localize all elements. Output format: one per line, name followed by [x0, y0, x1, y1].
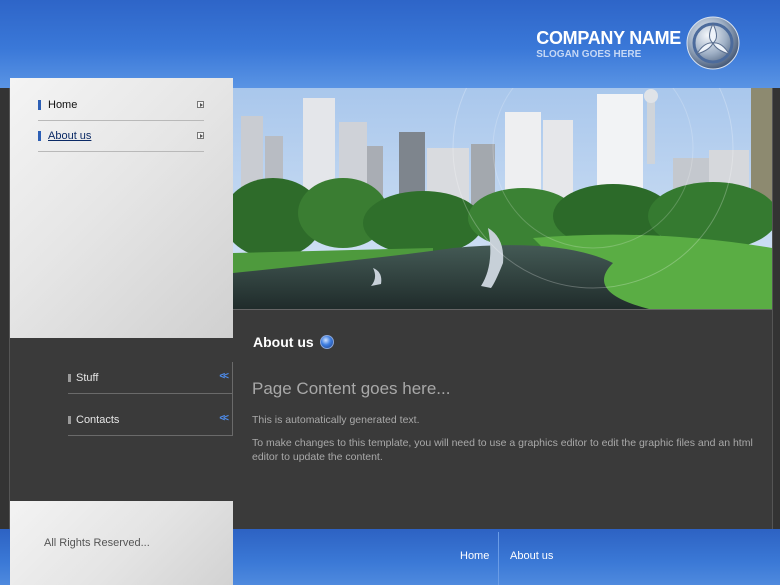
footer-panel: All Rights Reserved...: [10, 501, 233, 585]
slogan: SLOGAN GOES HERE: [536, 49, 642, 60]
arrow-right-icon: [197, 101, 204, 108]
footer-link-about-us[interactable]: About us: [510, 550, 553, 562]
section-title-text: About us: [253, 334, 314, 350]
nav-item-about-us[interactable]: About us: [38, 121, 204, 151]
submenu-item-label: Contacts: [76, 413, 120, 426]
nav-item-label: Home: [48, 99, 78, 111]
company-logo-icon: [686, 16, 740, 70]
bullet-icon: [68, 415, 71, 424]
double-chevron-left-icon: <<: [219, 371, 229, 382]
nav-item-home[interactable]: Home: [38, 90, 204, 120]
bullet-icon: [68, 373, 71, 382]
nav-divider: [38, 151, 204, 152]
submenu-item-contacts[interactable]: Contacts <<: [68, 404, 233, 436]
bullet-icon: [38, 131, 41, 141]
copyright-text: All Rights Reserved...: [44, 537, 150, 549]
section-title: About us: [253, 334, 334, 350]
bullet-icon: [38, 100, 41, 110]
frame-left: [0, 88, 10, 529]
banner-image: [233, 88, 772, 310]
page-heading: Page Content goes here...: [252, 379, 451, 398]
company-branding: COMPANY NAME SLOGAN GOES HERE: [536, 28, 681, 60]
frame-right: [772, 88, 780, 529]
footer-divider: [498, 532, 499, 585]
submenu-divider: [232, 362, 233, 436]
orb-icon: [319, 335, 334, 349]
nav-item-label: About us: [48, 130, 92, 142]
content-paragraph: To make changes to this template, you wi…: [252, 437, 753, 463]
site-header: COMPANY NAME SLOGAN GOES HERE: [0, 0, 780, 88]
city-park-illustration: [233, 88, 772, 309]
double-chevron-left-icon: <<: [219, 413, 229, 424]
company-name: COMPANY NAME: [536, 28, 681, 48]
arrow-right-icon: [197, 132, 204, 139]
content-paragraph: This is automatically generated text.: [252, 414, 420, 426]
footer-link-home[interactable]: Home: [460, 550, 489, 562]
nav-panel: Home About us: [10, 78, 233, 338]
submenu-item-stuff[interactable]: Stuff <<: [68, 362, 233, 394]
submenu-item-label: Stuff: [76, 371, 99, 384]
